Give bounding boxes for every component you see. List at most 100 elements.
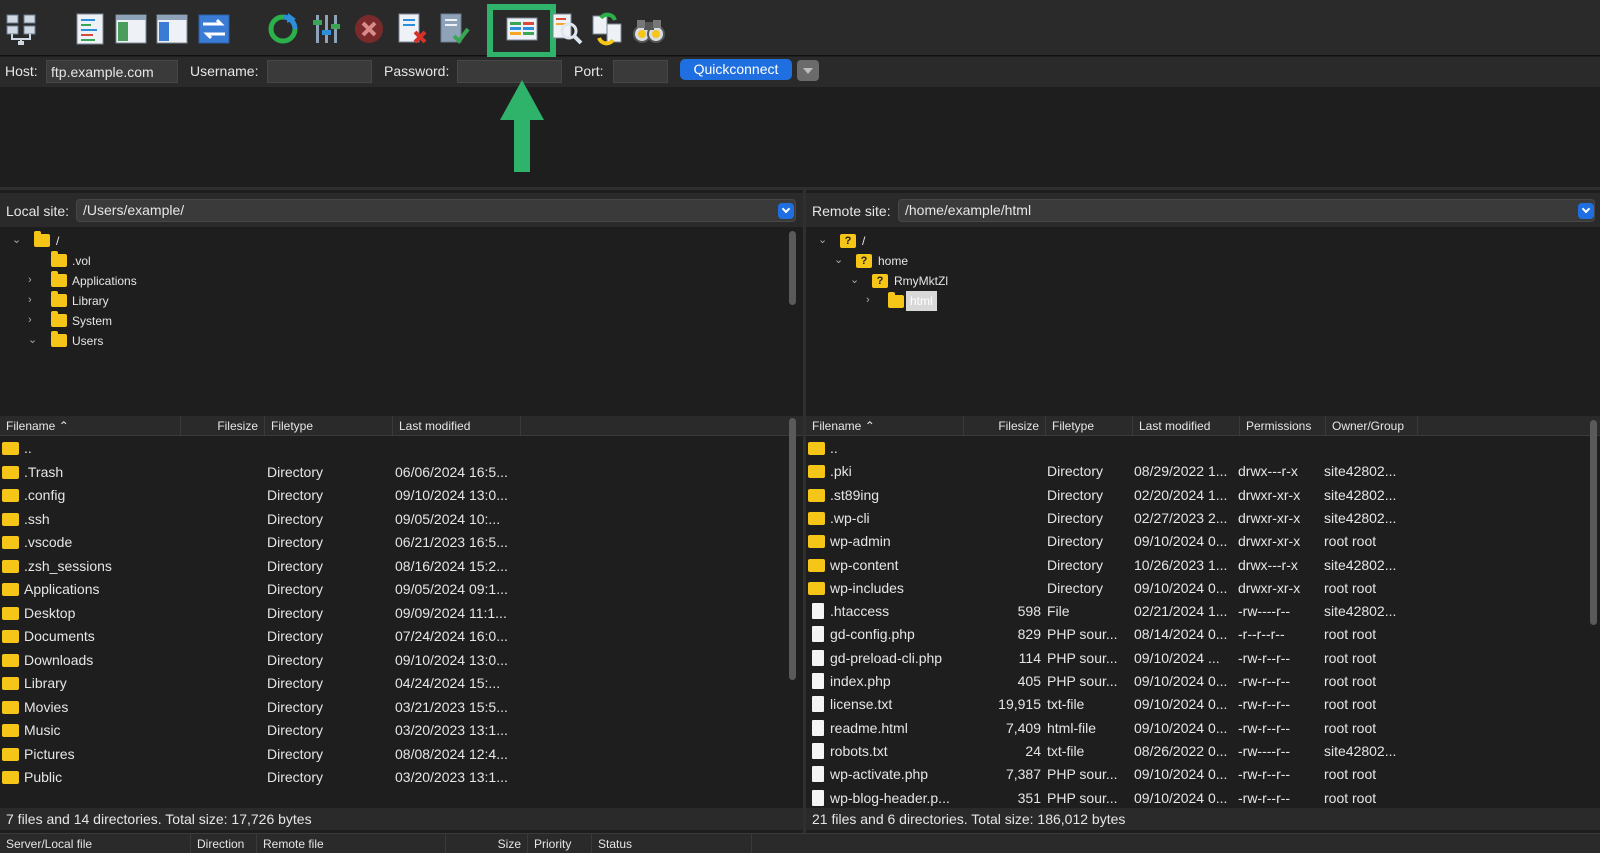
transfer-queue-header: Server/Local file Direction Remote file … bbox=[0, 833, 1600, 853]
table-row[interactable]: wp-content Directory 10/26/2023 1... drwx--… bbox=[806, 554, 1600, 577]
quickconnect-button[interactable]: Quickconnect bbox=[680, 59, 792, 80]
column-header-last-modified[interactable]: Last modified bbox=[1133, 416, 1240, 436]
sort-ascending-icon: ⌃ bbox=[58, 419, 69, 433]
table-row[interactable]: wp-includes Directory 09/10/2024 0... drwxr… bbox=[806, 577, 1600, 600]
filename-cell: Downloads bbox=[24, 651, 94, 668]
local-tree: ⌄ / .vol › Applications › Library › Syst… bbox=[0, 228, 803, 413]
table-row[interactable]: .zsh_sessions Directory 08/16/2024 15:2... bbox=[0, 555, 803, 578]
table-row[interactable]: wp-activate.php 7,387 PHP sour... 09/10/202… bbox=[806, 763, 1600, 786]
queue-column-priority[interactable]: Priority bbox=[528, 834, 592, 853]
column-header-owner-group[interactable]: Owner/Group bbox=[1326, 416, 1418, 436]
chevron-down-icon[interactable]: ⌄ bbox=[818, 235, 828, 246]
table-row[interactable]: readme.html 7,409 html-file 09/10/2024 0...… bbox=[806, 717, 1600, 740]
toolbar bbox=[0, 0, 1600, 58]
table-row[interactable]: gd-config.php 829 PHP sour... 08/14/2024 0.… bbox=[806, 623, 1600, 646]
table-row[interactable]: .config Directory 09/10/2024 13:0... bbox=[0, 484, 803, 507]
table-row[interactable]: license.txt 19,915 txt-file 09/10/2024 0...… bbox=[806, 693, 1600, 716]
folder-icon bbox=[34, 231, 50, 247]
host-input[interactable] bbox=[46, 60, 178, 83]
chevron-down-icon[interactable]: ⌄ bbox=[850, 275, 860, 286]
filetype-cell: Directory bbox=[267, 651, 324, 668]
remote-list-scrollbar[interactable] bbox=[1590, 420, 1597, 625]
table-row[interactable]: Downloads Directory 09/10/2024 13:0... bbox=[0, 649, 803, 672]
column-header-filename[interactable]: Filename ⌃ bbox=[806, 416, 964, 436]
local-path-dropdown[interactable] bbox=[778, 203, 794, 219]
filename-cell: .. bbox=[24, 440, 32, 456]
chevron-right-icon[interactable]: › bbox=[866, 295, 876, 306]
queue-column-server-local-file[interactable]: Server/Local file bbox=[0, 834, 191, 853]
chevron-right-icon[interactable]: › bbox=[28, 275, 38, 286]
toggle-local-tree-icon[interactable] bbox=[114, 12, 148, 46]
cancel-icon[interactable] bbox=[352, 12, 386, 46]
refresh-icon[interactable] bbox=[266, 12, 300, 46]
chevron-down-icon[interactable]: ⌄ bbox=[28, 335, 38, 346]
folder-icon bbox=[808, 511, 825, 525]
remote-path-input[interactable]: /home/example/html bbox=[898, 199, 1595, 222]
table-row[interactable]: wp-blog-header.p... 351 PHP sour... 09/10/2… bbox=[806, 787, 1600, 809]
local-tree-scrollbar[interactable] bbox=[789, 231, 796, 305]
queue-column-direction[interactable]: Direction bbox=[191, 834, 257, 853]
folder-icon bbox=[51, 331, 67, 347]
filename-cell: .pki bbox=[830, 463, 852, 480]
reconnect-icon[interactable] bbox=[437, 12, 471, 46]
chevron-down-icon[interactable]: ⌄ bbox=[834, 255, 844, 266]
owner-group-cell: root root bbox=[1324, 696, 1377, 713]
table-row[interactable]: .Trash Directory 06/06/2024 16:5... bbox=[0, 461, 803, 484]
toggle-transfer-queue-icon[interactable] bbox=[197, 12, 231, 46]
table-row[interactable]: .vscode Directory 06/21/2023 16:5... bbox=[0, 531, 803, 554]
username-input[interactable] bbox=[267, 60, 372, 83]
synchronized-browsing-icon[interactable] bbox=[590, 12, 624, 46]
queue-column-size[interactable]: Size bbox=[446, 834, 528, 853]
process-queue-icon[interactable] bbox=[310, 12, 344, 46]
filename-cell: wp-admin bbox=[830, 533, 891, 550]
table-row[interactable]: .. bbox=[0, 437, 803, 460]
column-header-filesize[interactable]: Filesize bbox=[964, 416, 1046, 436]
table-row[interactable]: Music Directory 03/20/2023 13:1... bbox=[0, 719, 803, 742]
chevron-right-icon[interactable]: › bbox=[28, 315, 38, 326]
table-row[interactable]: wp-admin Directory 09/10/2024 0... drwxr-xr… bbox=[806, 530, 1600, 553]
table-row[interactable]: Desktop Directory 09/09/2024 11:1... bbox=[0, 602, 803, 625]
column-header-permissions[interactable]: Permissions bbox=[1240, 416, 1326, 436]
table-row[interactable]: Public Directory 03/20/2023 13:1... bbox=[0, 766, 803, 789]
table-row[interactable]: index.php 405 PHP sour... 09/10/2024 0... -r… bbox=[806, 670, 1600, 693]
table-row[interactable]: .pki Directory 08/29/2022 1... drwx---r-x si… bbox=[806, 460, 1600, 483]
queue-column-status[interactable]: Status bbox=[592, 834, 752, 853]
filename-cell: wp-activate.php bbox=[830, 766, 929, 783]
column-header-filetype[interactable]: Filetype bbox=[265, 416, 393, 436]
column-header-filesize[interactable]: Filesize bbox=[181, 416, 265, 436]
queue-column-remote-file[interactable]: Remote file bbox=[257, 834, 446, 853]
table-row[interactable]: Documents Directory 07/24/2024 16:0... bbox=[0, 625, 803, 648]
column-header-filetype[interactable]: Filetype bbox=[1046, 416, 1133, 436]
table-row[interactable]: Pictures Directory 08/08/2024 12:4... bbox=[0, 743, 803, 766]
table-row[interactable]: .ssh Directory 09/05/2024 10:... bbox=[0, 508, 803, 531]
chevron-right-icon[interactable]: › bbox=[28, 295, 38, 306]
table-row[interactable]: Applications Directory 09/05/2024 09:1... bbox=[0, 578, 803, 601]
toggle-remote-tree-icon[interactable] bbox=[155, 12, 189, 46]
table-row[interactable]: .htaccess 598 File 02/21/2024 1... -rw----r-… bbox=[806, 600, 1600, 623]
table-row[interactable]: gd-preload-cli.php 114 PHP sour... 09/10/20… bbox=[806, 647, 1600, 670]
last-modified-cell: 02/21/2024 1... bbox=[1134, 603, 1228, 620]
chevron-down-icon[interactable]: ⌄ bbox=[12, 235, 22, 246]
table-row[interactable]: robots.txt 24 txt-file 08/26/2022 0... -rw--… bbox=[806, 740, 1600, 763]
search-icon[interactable] bbox=[632, 12, 666, 46]
filetype-cell: Directory bbox=[267, 487, 324, 503]
site-manager-icon[interactable] bbox=[4, 12, 38, 46]
disconnect-icon[interactable] bbox=[395, 12, 429, 46]
filetype-cell: PHP sour... bbox=[1047, 649, 1118, 666]
local-path-input[interactable]: /Users/example/ bbox=[76, 199, 796, 222]
table-row[interactable]: .. bbox=[806, 437, 1600, 460]
remote-path-dropdown[interactable] bbox=[1578, 203, 1594, 219]
local-list-scrollbar[interactable] bbox=[789, 418, 796, 680]
quickconnect-dropdown[interactable] bbox=[797, 60, 819, 81]
table-row[interactable]: .wp-cli Directory 02/27/2023 2... drwxr-xr-… bbox=[806, 507, 1600, 530]
quickconnect-bar: Host: Username: Password: Port: Quickcon… bbox=[0, 57, 1600, 87]
port-input[interactable] bbox=[613, 60, 668, 83]
toggle-message-log-icon[interactable] bbox=[73, 12, 107, 46]
toggle-filename-filters-icon[interactable] bbox=[550, 12, 584, 46]
message-log bbox=[0, 87, 1600, 190]
column-header-filename[interactable]: Filename ⌃ bbox=[0, 416, 181, 436]
column-header-last-modified[interactable]: Last modified bbox=[393, 416, 521, 436]
table-row[interactable]: Library Directory 04/24/2024 15:... bbox=[0, 672, 803, 695]
table-row[interactable]: Movies Directory 03/21/2023 15:5... bbox=[0, 696, 803, 719]
table-row[interactable]: .st89ing Directory 02/20/2024 1... drwxr-xr… bbox=[806, 484, 1600, 507]
